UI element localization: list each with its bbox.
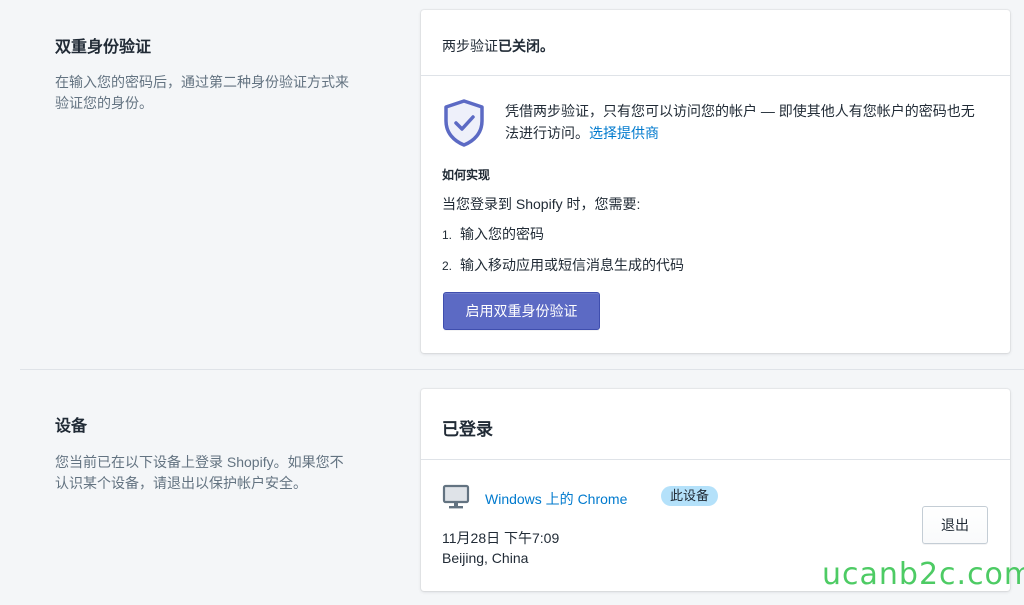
step-number: 1. bbox=[442, 228, 453, 242]
choose-provider-link[interactable]: 选择提供商 bbox=[589, 125, 659, 141]
watermark-text: ucanb2c.com bbox=[822, 557, 1024, 592]
device-name-link[interactable]: Windows 上的 Chrome bbox=[485, 489, 627, 509]
card-divider bbox=[421, 459, 1010, 460]
two-factor-card: 两步验证已关闭。 凭借两步验证，只有您可以访问您的帐户 — 即使其他人有您帐户的… bbox=[421, 10, 1010, 353]
status-prefix: 两步验证 bbox=[442, 38, 498, 54]
two-factor-info: 凭借两步验证，只有您可以访问您的帐户 — 即使其他人有您帐户的密码也无法进行访问… bbox=[505, 100, 985, 144]
how-it-works-intro: 当您登录到 Shopify 时，您需要: bbox=[442, 196, 641, 212]
two-factor-section: 双重身份验证 在输入您的密码后，通过第二种身份验证方式来验证您的身份。 两步验证… bbox=[0, 0, 1024, 370]
shield-check-icon bbox=[444, 99, 484, 147]
step-text: 输入您的密码 bbox=[460, 226, 544, 242]
logout-button[interactable]: 退出 bbox=[922, 506, 988, 544]
how-it-works-heading: 如何实现 bbox=[442, 168, 491, 182]
list-item: 1. 输入您的密码 bbox=[442, 224, 544, 244]
enable-two-factor-button[interactable]: 启用双重身份验证 bbox=[443, 292, 600, 330]
devices-description: 您当前已在以下设备上登录 Shopify。如果您不认识某个设备，请退出以保护帐户… bbox=[55, 454, 344, 491]
step-number: 2. bbox=[442, 259, 453, 273]
two-factor-description: 在输入您的密码后，通过第二种身份验证方式来验证您的身份。 bbox=[55, 74, 349, 111]
card-divider bbox=[421, 75, 1010, 76]
two-factor-title: 双重身份验证 bbox=[55, 39, 152, 56]
status-value: 已关闭。 bbox=[498, 38, 554, 54]
two-factor-status: 两步验证已关闭。 bbox=[442, 36, 554, 56]
logged-in-title: 已登录 bbox=[442, 420, 493, 439]
section-divider bbox=[20, 369, 1024, 370]
this-device-badge: 此设备 bbox=[661, 486, 719, 506]
login-location: Beijing, China bbox=[442, 550, 529, 566]
info-text: 凭借两步验证，只有您可以访问您的帐户 — 即使其他人有您帐户的密码也无法进行访问… bbox=[505, 103, 975, 141]
monitor-icon bbox=[442, 484, 470, 509]
step-text: 输入移动应用或短信消息生成的代码 bbox=[460, 257, 684, 273]
devices-title: 设备 bbox=[55, 418, 88, 435]
list-item: 2. 输入移动应用或短信消息生成的代码 bbox=[442, 255, 684, 275]
login-date: 11月28日 下午7:09 bbox=[442, 530, 560, 546]
